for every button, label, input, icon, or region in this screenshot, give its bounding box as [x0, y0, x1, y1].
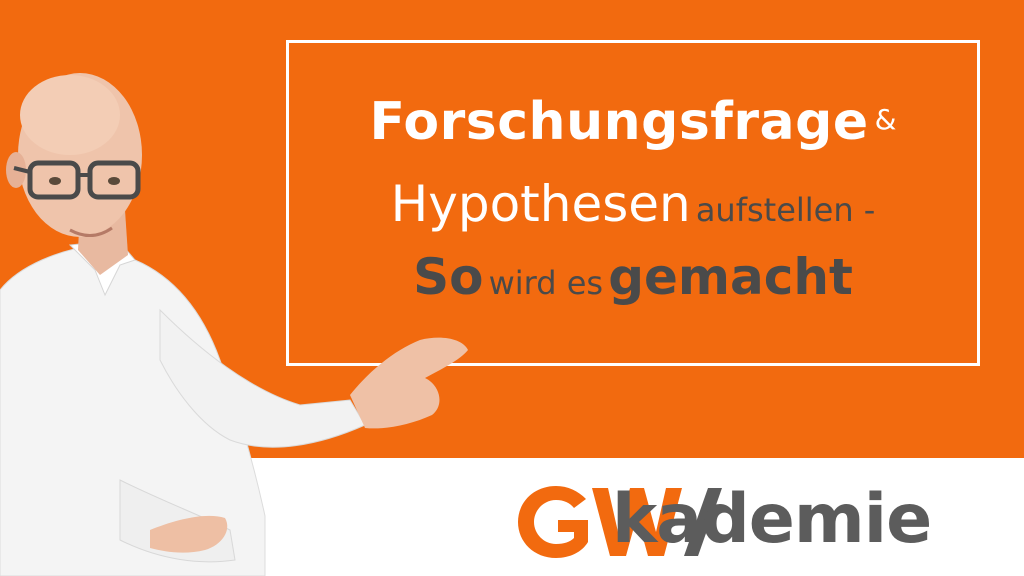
title-wird-es: wird es — [488, 264, 604, 302]
logo-wordmark-kademie: kademie — [612, 480, 932, 559]
title-aufstellen: aufstellen - — [695, 191, 876, 229]
title-ampersand: & — [874, 103, 897, 136]
presenter-person-image — [0, 73, 468, 576]
title-gemacht: gemacht — [608, 248, 853, 306]
